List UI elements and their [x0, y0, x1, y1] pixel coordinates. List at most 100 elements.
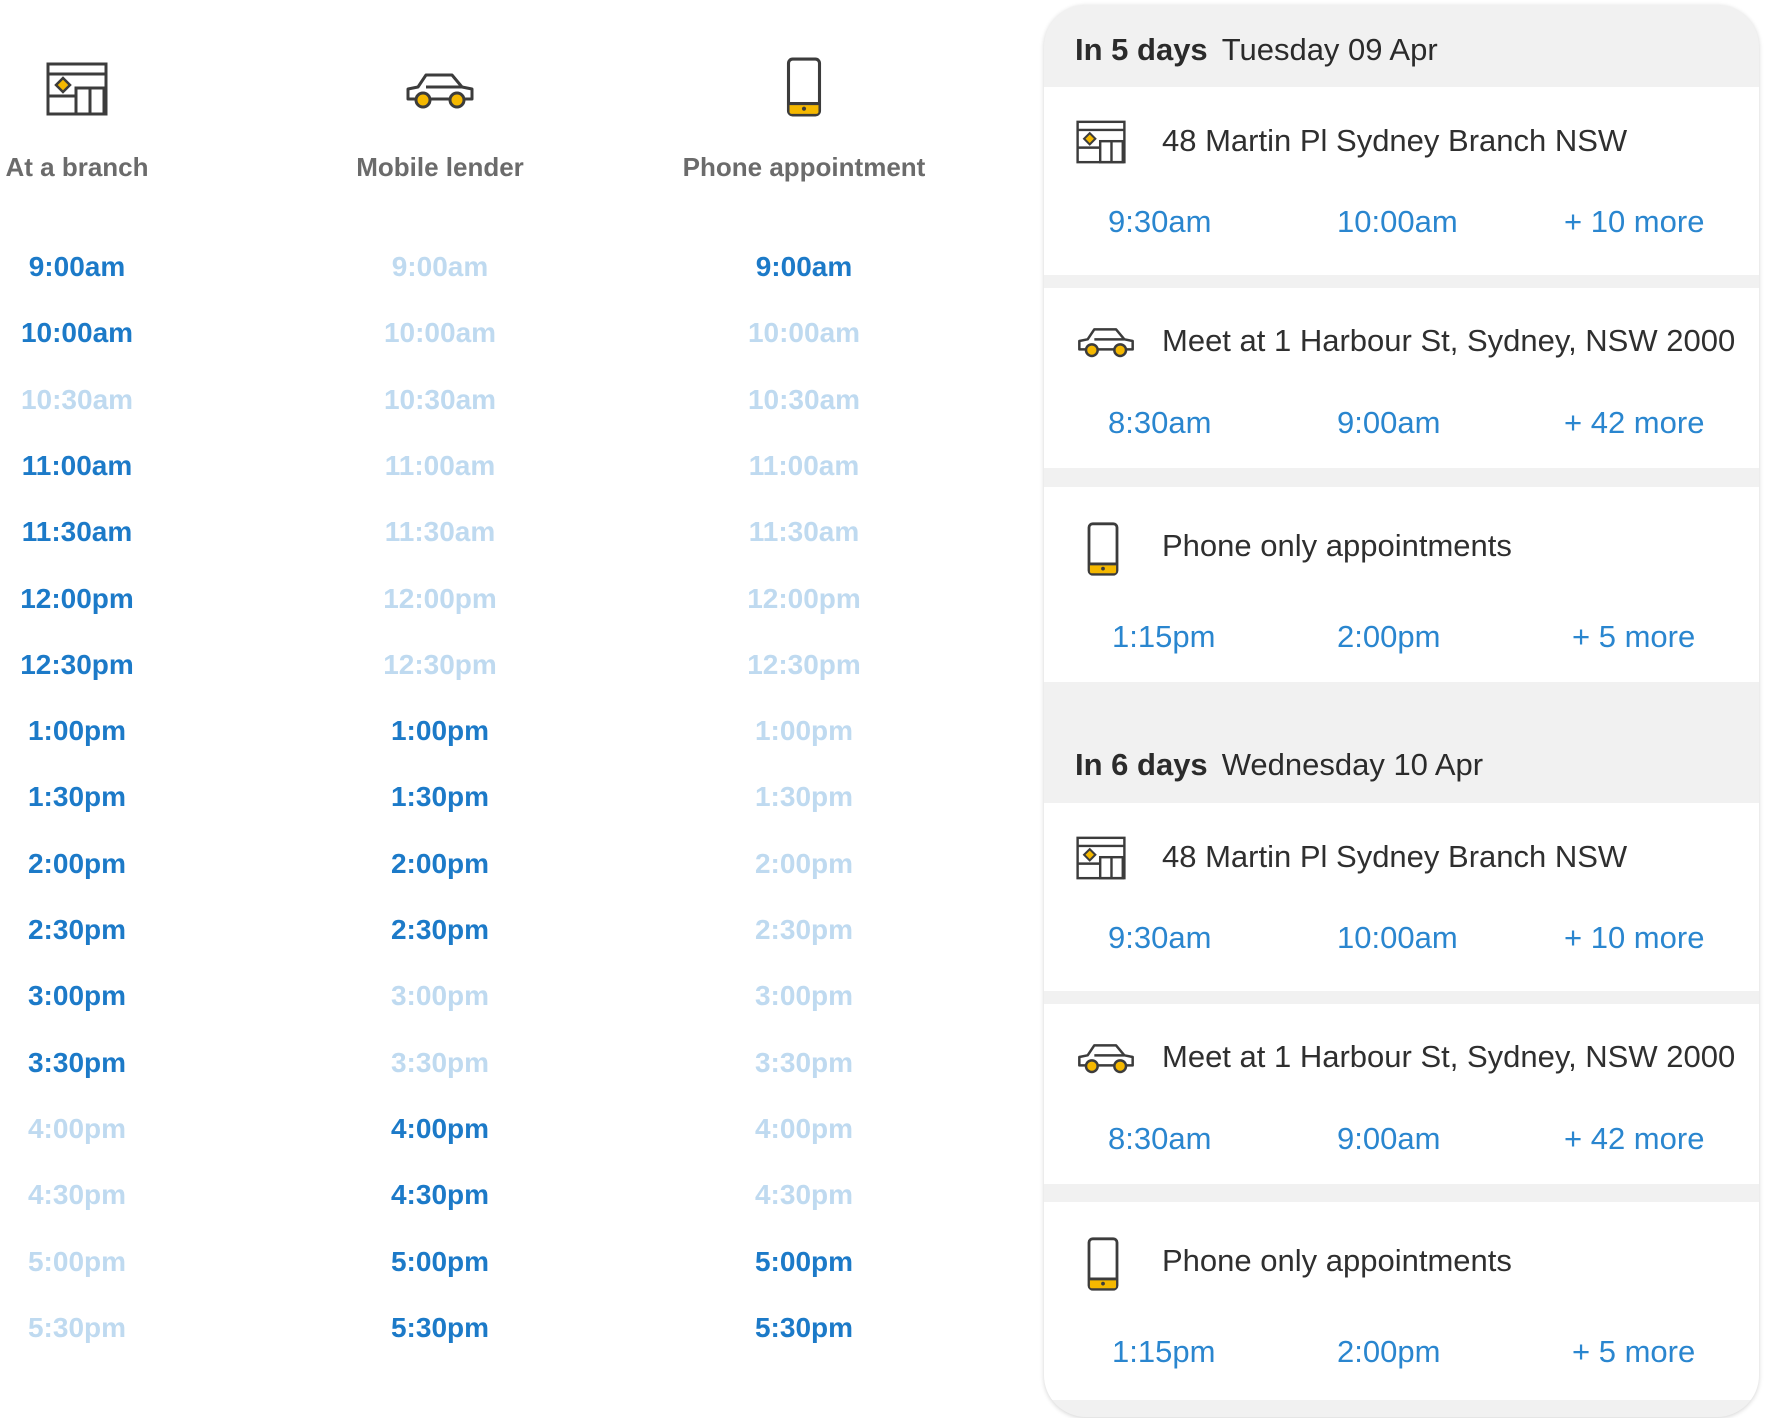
day-option-card: 48 Martin Pl Sydney Branch NSW 9:30am 10…: [1044, 87, 1759, 275]
time-slot[interactable]: 5:30pm: [290, 1311, 590, 1345]
branch-column-title: At a branch: [5, 152, 149, 182]
mobile-lender-column-title: Mobile lender: [356, 152, 524, 182]
phone-icon: [1086, 521, 1120, 577]
time-slot: 11:30am: [748, 516, 860, 547]
time-slot-link[interactable]: 10:00am: [1337, 919, 1458, 957]
time-slot: 11:00am: [384, 450, 496, 481]
time-slot: 2:30pm: [754, 914, 854, 945]
time-slot: 3:00pm: [754, 980, 854, 1011]
time-slot[interactable]: 3:30pm: [0, 1046, 227, 1080]
time-slot: 5:30pm: [27, 1312, 127, 1343]
day-option-card: Meet at 1 Harbour St, Sydney, NSW 2000 8…: [1044, 1004, 1759, 1184]
time-slot-link[interactable]: 9:00am: [1337, 1120, 1440, 1158]
time-slot[interactable]: 1:30pm: [290, 780, 590, 814]
time-slot-link[interactable]: 9:30am: [1108, 919, 1211, 957]
time-slot: 12:30pm: [383, 649, 497, 680]
time-slot[interactable]: 5:00pm: [654, 1245, 954, 1279]
day-header: In 6 days Wednesday 10 Apr: [1075, 746, 1483, 784]
time-slot-link[interactable]: 9:00am: [1337, 404, 1440, 442]
time-slot: 4:00pm: [754, 1113, 854, 1144]
upcoming-appointments-panel: In 5 days Tuesday 09 Apr 48 Martin Pl Syd…: [1044, 5, 1759, 1417]
day-option-card: Phone only appointments 1:15pm 2:00pm + …: [1044, 1202, 1759, 1400]
phone-icon: [785, 56, 823, 118]
time-slot: 4:00pm: [27, 1113, 127, 1144]
phone-icon: [1086, 1236, 1120, 1292]
time-slot[interactable]: 11:30am: [0, 515, 227, 549]
day-date-label: Tuesday 09 Apr: [1221, 32, 1438, 67]
time-slot[interactable]: 2:00pm: [0, 847, 227, 881]
day-option-card: Meet at 1 Harbour St, Sydney, NSW 2000 8…: [1044, 288, 1759, 468]
time-slot: 11:30am: [384, 516, 496, 547]
time-slot[interactable]: 10:00am: [0, 316, 227, 350]
time-slot[interactable]: 5:00pm: [290, 1245, 590, 1279]
time-slot: 10:00am: [747, 317, 861, 348]
time-slot[interactable]: 11:00am: [0, 449, 227, 483]
time-slot: 10:30am: [20, 384, 134, 415]
time-slot[interactable]: 2:00pm: [290, 847, 590, 881]
day-relative-label: In 5 days: [1075, 32, 1208, 67]
time-slot-link[interactable]: 10:00am: [1337, 203, 1458, 241]
time-slot[interactable]: 1:30pm: [0, 780, 227, 814]
option-title: Phone only appointments: [1162, 1243, 1512, 1278]
time-slot[interactable]: 3:00pm: [0, 979, 227, 1013]
time-slot: 10:30am: [383, 384, 497, 415]
time-slot: 12:00pm: [747, 583, 861, 614]
day-relative-label: In 6 days: [1075, 747, 1208, 782]
time-slot: 12:00pm: [383, 583, 497, 614]
time-slot-link[interactable]: 8:30am: [1108, 404, 1211, 442]
time-slot-link[interactable]: 9:30am: [1108, 203, 1211, 241]
time-slot: 1:30pm: [754, 781, 854, 812]
time-slot[interactable]: 1:00pm: [290, 714, 590, 748]
more-times-link[interactable]: + 5 more: [1572, 1333, 1695, 1371]
car-icon: [1076, 1040, 1136, 1074]
time-slot[interactable]: 12:00pm: [0, 582, 227, 616]
time-slot-link[interactable]: 1:15pm: [1112, 1333, 1215, 1371]
branch-icon: [46, 62, 108, 116]
more-times-link[interactable]: + 5 more: [1572, 618, 1695, 656]
time-slot: 1:00pm: [754, 715, 854, 746]
time-slot: 3:30pm: [390, 1047, 490, 1078]
car-icon: [1076, 324, 1136, 358]
branch-icon: [1076, 120, 1126, 164]
time-slot[interactable]: 5:30pm: [654, 1311, 954, 1345]
time-slot: 12:30pm: [747, 649, 861, 680]
time-slot: 11:00am: [748, 450, 860, 481]
option-title: Meet at 1 Harbour St, Sydney, NSW 2000: [1162, 1039, 1736, 1074]
time-slot: 4:30pm: [754, 1179, 854, 1210]
day-option-card: 48 Martin Pl Sydney Branch NSW 9:30am 10…: [1044, 803, 1759, 991]
more-times-link[interactable]: + 42 more: [1564, 404, 1704, 442]
more-times-link[interactable]: + 10 more: [1564, 203, 1704, 241]
option-title: 48 Martin Pl Sydney Branch NSW: [1162, 123, 1628, 158]
time-slot[interactable]: 2:30pm: [0, 913, 227, 947]
option-title: Meet at 1 Harbour St, Sydney, NSW 2000: [1162, 323, 1736, 358]
time-slot[interactable]: 9:00am: [654, 250, 954, 284]
time-slot[interactable]: 9:00am: [0, 250, 227, 284]
time-slot-link[interactable]: 8:30am: [1108, 1120, 1211, 1158]
time-slot: 5:00pm: [27, 1246, 127, 1277]
time-slot: 2:00pm: [754, 848, 854, 879]
time-slot[interactable]: 1:00pm: [0, 714, 227, 748]
day-option-card: Phone only appointments 1:15pm 2:00pm + …: [1044, 487, 1759, 682]
time-slot: 10:30am: [747, 384, 861, 415]
time-slot: 9:00am: [391, 251, 489, 282]
more-times-link[interactable]: + 42 more: [1564, 1120, 1704, 1158]
time-slot[interactable]: 2:30pm: [290, 913, 590, 947]
time-slot: 4:30pm: [27, 1179, 127, 1210]
day-header: In 5 days Tuesday 09 Apr: [1075, 31, 1438, 69]
car-icon: [404, 68, 476, 110]
time-slot: 3:30pm: [754, 1047, 854, 1078]
time-slot-link[interactable]: 2:00pm: [1337, 1333, 1440, 1371]
branch-icon: [1076, 836, 1126, 880]
time-slot-link[interactable]: 1:15pm: [1112, 618, 1215, 656]
time-slot[interactable]: 4:00pm: [290, 1112, 590, 1146]
more-times-link[interactable]: + 10 more: [1564, 919, 1704, 957]
option-title: 48 Martin Pl Sydney Branch NSW: [1162, 839, 1628, 874]
time-slot: 10:00am: [383, 317, 497, 348]
time-slot[interactable]: 12:30pm: [0, 648, 227, 682]
time-slot[interactable]: 4:30pm: [290, 1178, 590, 1212]
day-date-label: Wednesday 10 Apr: [1221, 747, 1484, 782]
time-slot-link[interactable]: 2:00pm: [1337, 618, 1440, 656]
option-title: Phone only appointments: [1162, 528, 1512, 563]
time-slot: 3:00pm: [390, 980, 490, 1011]
phone-column-title: Phone appointment: [682, 152, 926, 182]
